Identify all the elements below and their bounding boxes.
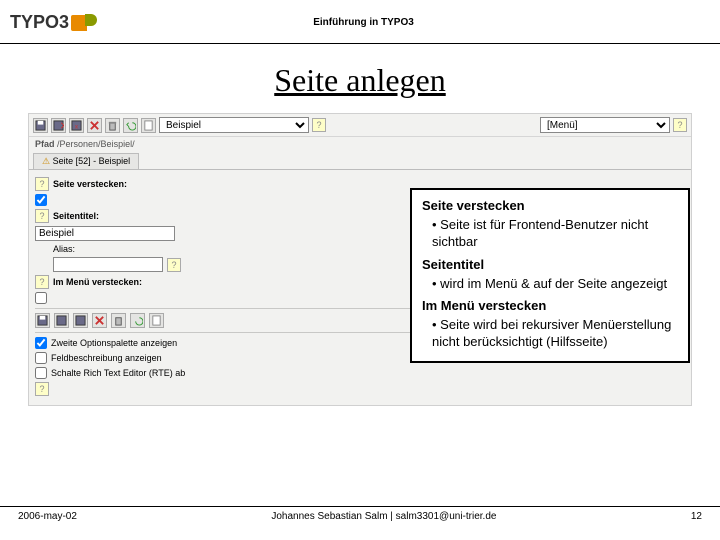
footer-pageno: 12	[691, 511, 702, 522]
pagetitle-input[interactable]	[35, 226, 175, 241]
type-select[interactable]: Beispiel	[159, 117, 309, 133]
explanation-callout: Seite verstecken • Seite ist für Fronten…	[410, 188, 690, 363]
hide-label: Seite verstecken:	[53, 179, 127, 189]
logo-text: TYPO3	[10, 12, 69, 33]
slide-footer: 2006-may-02 Johannes Sebastian Salm | sa…	[0, 506, 720, 522]
help-bottom-icon[interactable]: ?	[35, 382, 49, 396]
alias-input[interactable]	[53, 257, 163, 272]
help-hide-icon[interactable]: ?	[35, 177, 49, 191]
typo3-logo: TYPO3	[10, 12, 97, 33]
breadcrumb: Pfad /Personen/Beispiel/	[29, 137, 691, 151]
menu-select[interactable]: [Menü]	[540, 117, 670, 133]
save-view-icon[interactable]	[51, 118, 66, 133]
save-icon[interactable]	[35, 313, 50, 328]
delete-icon[interactable]	[105, 118, 120, 133]
slide-header: TYPO3 Einführung in TYPO3	[0, 0, 720, 44]
slide-title: Seite anlegen	[0, 62, 720, 99]
header-title: Einführung in TYPO3	[97, 17, 630, 28]
callout-p2: • wird im Menü & auf der Seite angezeigt	[432, 276, 678, 293]
toolbar-top: x Beispiel ? [Menü] ?	[29, 114, 691, 137]
footer-date: 2006-may-02	[18, 511, 77, 522]
save-close-icon[interactable]: x	[69, 118, 84, 133]
opt-palette-checkbox[interactable]	[35, 337, 47, 349]
callout-h1: Seite verstecken	[422, 198, 678, 215]
opt-fielddesc-checkbox[interactable]	[35, 352, 47, 364]
delete-icon[interactable]	[111, 313, 126, 328]
tab-label: Seite [52] - Beispiel	[53, 156, 131, 166]
alias-label: Alias:	[53, 244, 75, 254]
callout-h3: Im Menü verstecken	[422, 298, 678, 315]
hidemenu-label: Im Menü verstecken:	[53, 277, 142, 287]
undo-icon[interactable]	[123, 118, 138, 133]
callout-p1: • Seite ist für Frontend-Benutzer nicht …	[432, 217, 678, 251]
help-title-icon[interactable]: ?	[35, 209, 49, 223]
save-icon[interactable]	[33, 118, 48, 133]
page-icon[interactable]	[141, 118, 156, 133]
save-close-icon[interactable]	[73, 313, 88, 328]
save-view-icon[interactable]	[54, 313, 69, 328]
page-icon[interactable]	[149, 313, 164, 328]
opt-palette-label: Zweite Optionspalette anzeigen	[51, 338, 177, 348]
hide-checkbox[interactable]	[35, 194, 47, 206]
tab-row: ⚠ Seite [52] - Beispiel	[29, 151, 691, 170]
opt-rte-checkbox[interactable]	[35, 367, 47, 379]
callout-h2: Seitentitel	[422, 257, 678, 274]
path-label: Pfad	[35, 139, 55, 149]
help-icon[interactable]: ?	[312, 118, 326, 132]
undo-icon[interactable]	[130, 313, 145, 328]
pagetitle-label: Seitentitel:	[53, 211, 99, 221]
opt-fielddesc-label: Feldbeschreibung anzeigen	[51, 353, 162, 363]
logo-mark-olive	[85, 14, 97, 26]
path-value: /Personen/Beispiel/	[57, 139, 135, 149]
warning-icon: ⚠	[42, 156, 50, 166]
help-menu-icon[interactable]: ?	[673, 118, 687, 132]
close-icon[interactable]	[87, 118, 102, 133]
opt-rte-label: Schalte Rich Text Editor (RTE) ab	[51, 368, 185, 378]
help-hidemenu-icon[interactable]: ?	[35, 275, 49, 289]
footer-author: Johannes Sebastian Salm | salm3301@uni-t…	[271, 511, 496, 522]
tab-page[interactable]: ⚠ Seite [52] - Beispiel	[33, 153, 139, 169]
callout-p3: • Seite wird bei rekursiver Menüerstellu…	[432, 317, 678, 351]
help-alias-icon[interactable]: ?	[167, 258, 181, 272]
hidemenu-checkbox[interactable]	[35, 292, 47, 304]
close-icon[interactable]	[92, 313, 107, 328]
